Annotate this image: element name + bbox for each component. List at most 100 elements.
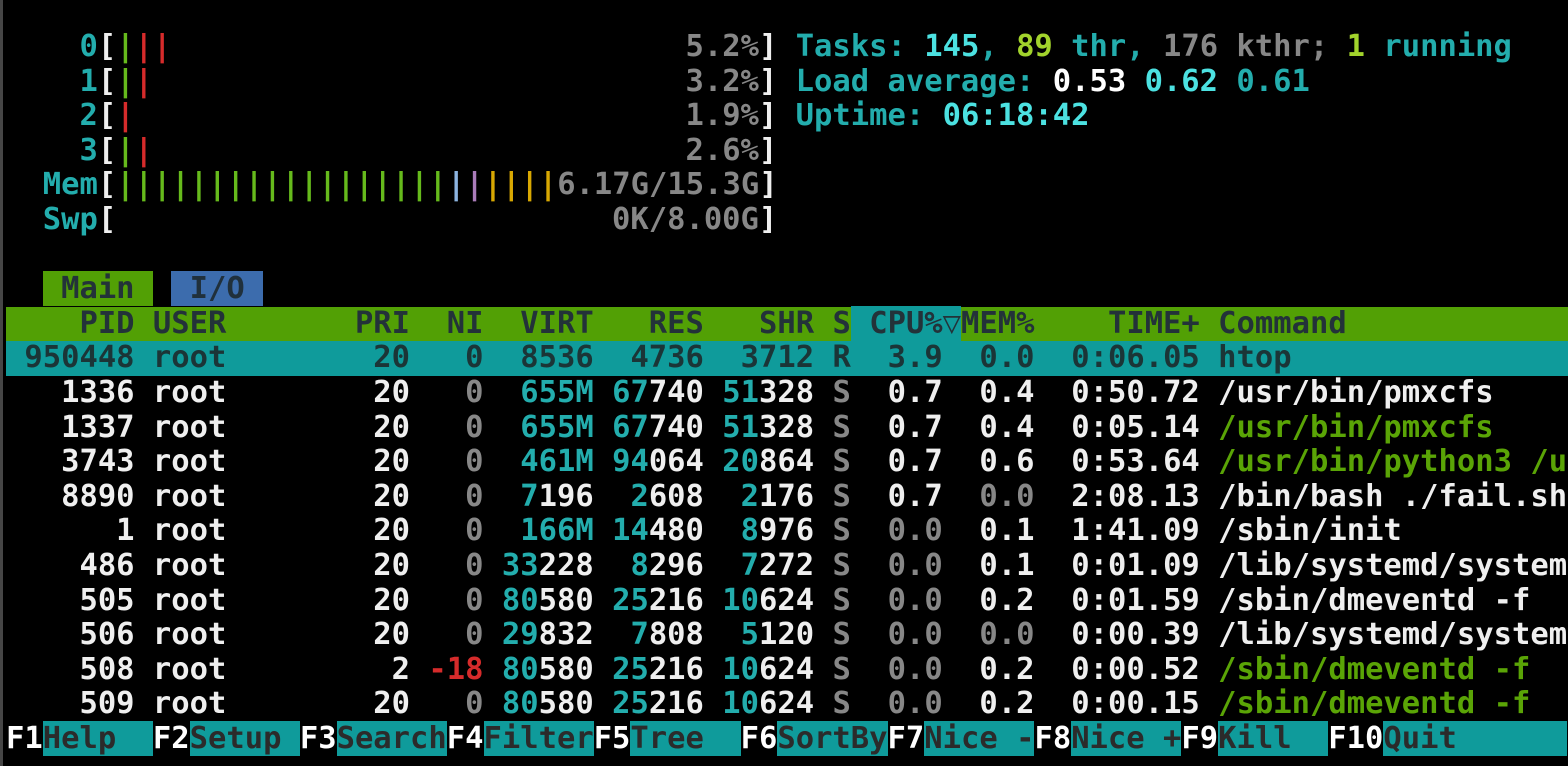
process-row[interactable]: 1337 root 20 0 655M 67740 51328 S 0.7 0.… <box>6 411 1568 446</box>
column-header-user[interactable]: USER <box>153 306 337 341</box>
fkey-f9-key[interactable]: F9 <box>1181 721 1218 756</box>
time-cell: 0:01.09 <box>1053 548 1200 583</box>
mem-value-low: 580 <box>539 583 594 618</box>
column-header-pri[interactable]: PRI <box>355 306 410 341</box>
process-row[interactable]: 3743 root 20 0 461M 94064 20864 S 0.7 0.… <box>6 445 1568 480</box>
mem-value-high: 80 <box>502 652 539 687</box>
column-header-mem[interactable]: MEM% <box>961 306 1034 341</box>
mem-value-low: 064 <box>649 444 704 479</box>
mem-value-low: 296 <box>649 548 704 583</box>
fkey-f4-label[interactable]: Filter <box>484 721 594 756</box>
mem-value: 655M <box>502 410 594 445</box>
column-header-cpu-sorted[interactable]: CPU%▽ <box>851 306 961 341</box>
meter-label: 0 <box>6 29 98 64</box>
command-cell: /bin/bash ./fail.sh <box>1218 479 1567 514</box>
meter-label: 3 <box>6 133 98 168</box>
user-cell: root <box>153 617 337 652</box>
fkey-f5-label[interactable]: Tree <box>630 721 740 756</box>
ni-cell: 0 <box>428 375 483 410</box>
pid-cell: 509 <box>6 686 135 721</box>
column-header-pid[interactable]: PID <box>6 306 135 341</box>
fkey-f3-label[interactable]: Search <box>337 721 447 756</box>
cpu-cell: 0.0 <box>869 583 942 618</box>
pid-cell: 1337 <box>6 410 135 445</box>
meter-bar: | <box>135 133 153 168</box>
fkey-f10-label[interactable]: Quit <box>1383 721 1567 756</box>
ni-cell: 0 <box>428 617 483 652</box>
meter-label: Mem <box>6 167 98 202</box>
command-cell: /lib/systemd/system <box>1218 617 1567 652</box>
tasks-summary-segment: 1 <box>1347 29 1365 64</box>
mem-cell: 0.0 <box>961 340 1034 375</box>
column-header-state[interactable]: S <box>832 306 850 341</box>
mem-value-high: 51 <box>722 375 759 410</box>
fkey-f7-key[interactable]: F7 <box>888 721 925 756</box>
time-cell: 1:41.09 <box>1053 513 1200 548</box>
fkey-f6-key[interactable]: F6 <box>741 721 778 756</box>
meter-bar: | <box>337 167 355 202</box>
fkey-f1-key[interactable]: F1 <box>6 721 43 756</box>
pid-cell: 950448 <box>6 340 135 375</box>
meter-bar: | <box>135 167 153 202</box>
process-row[interactable]: 486 root 20 0 33228 8296 7272 S 0.0 0.1 … <box>6 549 1568 584</box>
fkey-f8-key[interactable]: F8 <box>1034 721 1071 756</box>
meter-bar: | <box>226 167 244 202</box>
meter-open-bracket: [ <box>98 98 116 133</box>
mem-value-low: 228 <box>539 548 594 583</box>
meter-label: Swp <box>6 202 98 237</box>
process-row-selected[interactable]: 950448 root 20 0 8536 4736 3712 R 3.9 0.… <box>6 341 1568 376</box>
process-row[interactable]: 8890 root 20 0 7196 2608 2176 S 0.7 0.0 … <box>6 480 1568 515</box>
fkey-f2-label[interactable]: Setup <box>190 721 300 756</box>
fkey-f4-key[interactable]: F4 <box>447 721 484 756</box>
process-row[interactable]: 506 root 20 0 29832 7808 5120 S 0.0 0.0 … <box>6 618 1568 653</box>
pid-cell: 506 <box>6 617 135 652</box>
fkey-f6-label[interactable]: SortBy <box>777 721 887 756</box>
load-average-segment: Load average: <box>796 64 1053 99</box>
meter-bar: | <box>116 133 134 168</box>
pid-cell: 8890 <box>6 479 135 514</box>
mem-cell: 0.4 <box>961 375 1034 410</box>
process-row[interactable]: 508 root 2 -18 80580 25216 10624 S 0.0 0… <box>6 653 1568 688</box>
mem-value-low: 624 <box>759 583 814 618</box>
mem-value-high: 67 <box>612 410 649 445</box>
column-header-res[interactable]: RES <box>612 306 704 341</box>
fkey-f10-key[interactable]: F10 <box>1328 721 1383 756</box>
mem-value-low: 832 <box>539 617 594 652</box>
user-cell: root <box>153 410 337 445</box>
process-row[interactable]: 505 root 20 0 80580 25216 10624 S 0.0 0.… <box>6 584 1568 619</box>
user-cell: root <box>153 340 337 375</box>
fkey-f8-label[interactable]: Nice + <box>1071 721 1181 756</box>
column-header-shr[interactable]: SHR <box>722 306 814 341</box>
fkey-f2-key[interactable]: F2 <box>153 721 190 756</box>
mem-value: 8536 <box>502 340 594 375</box>
column-header-command[interactable]: Command <box>1218 306 1567 341</box>
fkey-f1-label[interactable]: Help <box>43 721 153 756</box>
process-row[interactable]: 1336 root 20 0 655M 67740 51328 S 0.7 0.… <box>6 376 1568 411</box>
tab-io[interactable]: I/O <box>171 271 263 306</box>
meter-bar: | <box>116 167 134 202</box>
process-row[interactable]: 509 root 20 0 80580 25216 10624 S 0.0 0.… <box>6 687 1568 722</box>
cpu-cell: 0.0 <box>869 617 942 652</box>
user-cell: root <box>153 548 337 583</box>
mem-value-low: 580 <box>539 686 594 721</box>
htop-terminal: 0[||| 5.2%] Tasks: 145, 89 thr, 176 kthr… <box>0 0 1568 766</box>
mem-cell: 0.4 <box>961 410 1034 445</box>
column-header-virt[interactable]: VIRT <box>502 306 594 341</box>
process-row[interactable]: 1 root 20 0 166M 14480 8976 S 0.0 0.1 1:… <box>6 514 1568 549</box>
fkey-f5-key[interactable]: F5 <box>594 721 631 756</box>
fkey-f3-key[interactable]: F3 <box>300 721 337 756</box>
swap-meter: Swp[ 0K/8.00G] <box>6 203 1568 238</box>
mem-value-low: 216 <box>649 652 704 687</box>
column-header-time[interactable]: TIME+ <box>1053 306 1200 341</box>
fkey-f9-label[interactable]: Kill <box>1218 721 1328 756</box>
mem-value-high: 8 <box>612 548 649 583</box>
fkey-f7-label[interactable]: Nice - <box>924 721 1034 756</box>
meter-bar: | <box>282 167 300 202</box>
tasks-summary-segment: , <box>1126 29 1163 64</box>
user-cell: root <box>153 652 337 687</box>
tab-main[interactable]: Main <box>43 271 153 306</box>
mem-value-high: 7 <box>612 617 649 652</box>
mem-cell: 0.0 <box>961 617 1034 652</box>
state-cell: S <box>832 583 850 618</box>
column-header-ni[interactable]: NI <box>428 306 483 341</box>
